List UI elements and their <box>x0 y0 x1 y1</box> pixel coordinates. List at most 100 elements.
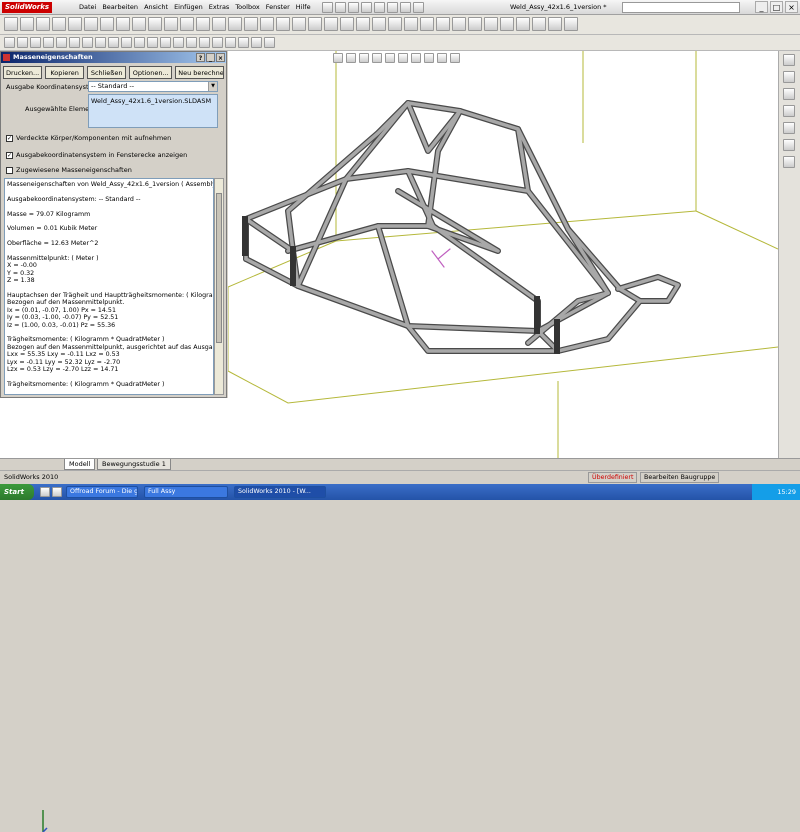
weldment-frame-model[interactable] <box>228 51 778 458</box>
tab-motion-study[interactable]: Bewegungsstudie 1 <box>97 459 171 470</box>
taskbar-button-solidworks[interactable]: SolidWorks 2010 - [W... <box>234 486 326 498</box>
apply-scene-icon[interactable] <box>437 53 447 63</box>
assembly-feature-icon[interactable] <box>452 17 466 31</box>
zoom-to-fit-icon[interactable] <box>333 53 343 63</box>
weld-bead-icon[interactable] <box>292 17 306 31</box>
display-style-icon[interactable] <box>264 37 275 48</box>
smart-fastener-icon[interactable] <box>468 17 482 31</box>
menu-hilfe[interactable]: Hilfe <box>293 0 314 15</box>
undo-icon[interactable] <box>374 2 385 13</box>
status-overdefined[interactable]: Überdefiniert <box>588 472 638 483</box>
menu-einfuegen[interactable]: Einfügen <box>171 0 206 15</box>
coord-system-select[interactable]: -- Standard -- ▼ <box>88 81 218 92</box>
menu-fenster[interactable]: Fenster <box>263 0 293 15</box>
simulation-icon[interactable] <box>532 17 546 31</box>
appearances-icon[interactable] <box>783 139 795 151</box>
graphics-area[interactable] <box>228 51 778 458</box>
isometric-icon[interactable] <box>186 37 197 48</box>
mirror-icon[interactable] <box>100 17 114 31</box>
display-style-icon[interactable] <box>398 53 408 63</box>
scrollbar-thumb[interactable] <box>216 193 222 343</box>
perspective-icon[interactable] <box>121 37 132 48</box>
rib-icon[interactable] <box>132 17 146 31</box>
menu-extras[interactable]: Extras <box>206 0 233 15</box>
quicklaunch-icon[interactable] <box>52 487 62 497</box>
custom-properties-icon[interactable] <box>783 156 795 168</box>
shell-icon[interactable] <box>116 17 130 31</box>
maximize-button[interactable]: □ <box>770 1 783 13</box>
save-icon[interactable] <box>348 2 359 13</box>
checkbox-show-coord-system[interactable]: ✓ Ausgabekoordinatensystem in Fenstereck… <box>6 151 187 159</box>
open-folder-icon[interactable] <box>335 2 346 13</box>
file-explorer-icon[interactable] <box>783 88 795 100</box>
view-settings-icon[interactable] <box>173 37 184 48</box>
hide-show-items-icon[interactable] <box>411 53 421 63</box>
fillet-icon[interactable] <box>52 17 66 31</box>
sketch-icon[interactable] <box>4 17 18 31</box>
appearance-icon[interactable] <box>147 37 158 48</box>
new-document-icon[interactable] <box>322 2 333 13</box>
top-view-icon[interactable] <box>212 37 223 48</box>
structural-member-icon[interactable] <box>228 17 242 31</box>
shadows-icon[interactable] <box>134 37 145 48</box>
start-button[interactable]: Start <box>0 484 34 500</box>
gusset-icon[interactable] <box>276 17 290 31</box>
help-search-input[interactable] <box>623 4 723 11</box>
results-scrollbar[interactable] <box>214 178 224 395</box>
selected-items-list[interactable]: Weld_Assy_42x1.6_1version.SLDASM <box>88 94 218 128</box>
selected-item[interactable]: Weld_Assy_42x1.6_1version.SLDASM <box>91 97 211 105</box>
dialog-minimize-button[interactable]: _ <box>206 53 215 62</box>
close-button[interactable]: × <box>785 1 798 13</box>
hole-icon[interactable] <box>164 17 178 31</box>
recalculate-button[interactable]: Neu berechnen <box>175 66 224 79</box>
rebuild-icon[interactable] <box>400 2 411 13</box>
menu-ansicht[interactable]: Ansicht <box>141 0 171 15</box>
zoom-to-area-icon[interactable] <box>346 53 356 63</box>
menu-toolbox[interactable]: Toolbox <box>232 0 262 15</box>
checkbox-include-hidden[interactable]: ✓ Verdeckte Körper/Komponenten mit aufne… <box>6 134 171 142</box>
tab-model[interactable]: Modell <box>64 459 96 470</box>
previous-view-icon[interactable] <box>43 37 54 48</box>
move-component-icon[interactable] <box>404 17 418 31</box>
bill-of-materials-icon[interactable] <box>516 17 530 31</box>
menu-bearbeiten[interactable]: Bearbeiten <box>99 0 141 15</box>
shaded-icon[interactable] <box>82 37 93 48</box>
insert-component-icon[interactable] <box>388 17 402 31</box>
pattern-icon[interactable] <box>84 17 98 31</box>
pan-icon[interactable] <box>69 37 80 48</box>
mate-icon[interactable] <box>372 17 386 31</box>
section-view-icon[interactable] <box>372 53 382 63</box>
axis-icon[interactable] <box>196 17 210 31</box>
print-button[interactable]: Drucken... <box>3 66 43 79</box>
checkbox-assigned-mass[interactable]: Zugewiesene Masseneigenschaften <box>6 166 132 174</box>
options-gear-icon[interactable] <box>413 2 424 13</box>
interference-icon[interactable] <box>356 17 370 31</box>
options-button[interactable]: Optionen... <box>129 66 173 79</box>
mass-properties-icon[interactable] <box>324 17 338 31</box>
close-dialog-button[interactable]: Schließen <box>87 66 127 79</box>
weldment-icon[interactable] <box>212 17 226 31</box>
checkbox-box[interactable]: ✓ <box>6 134 13 142</box>
zoom-area-icon[interactable] <box>30 37 41 48</box>
search-icon[interactable] <box>783 105 795 117</box>
photoview-icon[interactable] <box>548 17 562 31</box>
section-plane-icon[interactable] <box>251 37 262 48</box>
taskbar-button-full-assy[interactable]: Full Assy <box>144 486 228 498</box>
wireframe-icon[interactable] <box>95 37 106 48</box>
hidden-lines-icon[interactable] <box>108 37 119 48</box>
change-transparency-icon[interactable] <box>500 17 514 31</box>
view-orientation-icon[interactable] <box>385 53 395 63</box>
normal-to-icon[interactable] <box>238 37 249 48</box>
copy-button[interactable]: Kopieren <box>45 66 85 79</box>
results-textbox[interactable]: Masseneigenschaften von Weld_Assy_42x1.6… <box>4 178 214 395</box>
trim-extend-icon[interactable] <box>244 17 258 31</box>
edit-appearance-icon[interactable] <box>424 53 434 63</box>
end-cap-icon[interactable] <box>260 17 274 31</box>
select-arrow-icon[interactable] <box>387 2 398 13</box>
checkbox-box[interactable] <box>6 166 13 174</box>
measure-icon[interactable] <box>308 17 322 31</box>
print-icon[interactable] <box>361 2 372 13</box>
chamfer-icon[interactable] <box>68 17 82 31</box>
solidworks-resources-icon[interactable] <box>783 54 795 66</box>
taskbar-button-forum[interactable]: Offroad Forum - Die gro... <box>66 486 138 498</box>
